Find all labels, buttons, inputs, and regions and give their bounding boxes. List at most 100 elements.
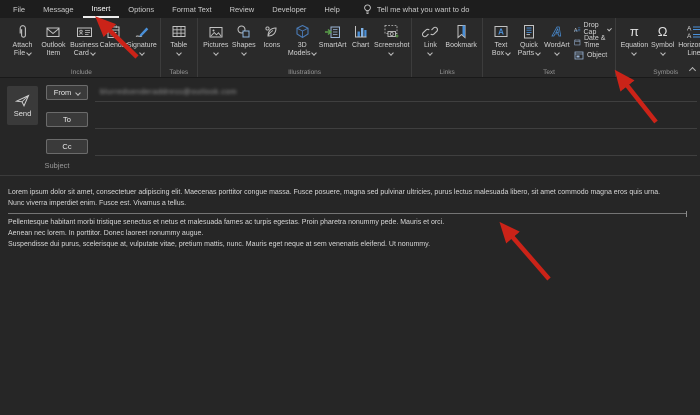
screenshot-button[interactable]: Screenshot — [375, 21, 408, 57]
to-button[interactable]: To — [46, 112, 88, 127]
table-icon — [171, 24, 187, 39]
body-text-line: Pellentesque habitant morbi tristique se… — [8, 217, 695, 228]
signature-button[interactable]: Signature — [128, 21, 156, 57]
group-label-tables: Tables — [161, 69, 197, 76]
svg-text:A: A — [687, 33, 692, 39]
dropdown-caret-icon — [312, 50, 318, 56]
group-label-include: Include — [3, 69, 160, 76]
screenshot-camera-icon — [383, 24, 400, 39]
drop-cap-button[interactable]: A Drop Cap — [574, 24, 611, 34]
icons-icon — [264, 24, 279, 39]
table-button[interactable]: Table — [165, 21, 193, 57]
from-field-underline[interactable] — [95, 101, 697, 102]
pictures-button[interactable]: Pictures — [202, 21, 230, 57]
omega-icon: Ω — [658, 25, 668, 38]
attach-file-button[interactable]: Attach File — [7, 21, 38, 58]
shapes-button[interactable]: Shapes — [230, 21, 258, 57]
ribbon-group-include: Attach File Outlook Item Business Card — [3, 18, 161, 77]
business-card-button[interactable]: Business Card — [69, 21, 100, 58]
from-address-redacted: blurredsenderaddress@outlook.com — [100, 87, 237, 96]
send-plane-icon — [15, 94, 30, 107]
cc-button[interactable]: Cc — [46, 139, 88, 154]
dropdown-caret-icon — [388, 50, 394, 56]
tab-options[interactable]: Options — [119, 0, 163, 18]
horizontal-line-icon: A A — [686, 24, 700, 39]
dropdown-caret-icon — [241, 50, 247, 56]
chevron-down-icon — [75, 90, 81, 96]
pictures-icon — [208, 25, 224, 39]
symbol-button[interactable]: Ω Symbol — [649, 21, 677, 57]
dropdown-caret-icon — [607, 27, 612, 32]
group-label-symbols: Symbols — [616, 69, 700, 76]
dropdown-caret-icon — [139, 50, 145, 56]
icons-button[interactable]: Icons — [258, 21, 286, 51]
date-time-icon — [574, 38, 581, 47]
header-body-divider — [0, 175, 700, 176]
dropdown-caret-icon — [26, 50, 32, 56]
pi-icon: π — [630, 25, 639, 38]
chart-icon — [353, 24, 368, 39]
dropdown-caret-icon — [176, 50, 182, 56]
from-button[interactable]: From — [46, 85, 88, 100]
object-button[interactable]: Object — [574, 50, 611, 60]
ribbon-group-symbols: π Equation Ω Symbol A A Horizontal Line … — [616, 18, 700, 77]
dropdown-caret-icon — [505, 50, 511, 56]
group-label-links: Links — [412, 69, 482, 76]
group-label-illustrations: Illustrations — [198, 69, 412, 76]
drop-cap-icon: A — [574, 25, 581, 34]
dropdown-caret-icon — [660, 50, 666, 56]
inserted-horizontal-line[interactable] — [8, 213, 687, 214]
date-time-button[interactable]: Date & Time — [574, 37, 611, 47]
calendar-button[interactable]: Calendar — [100, 21, 128, 51]
cube-3d-icon — [295, 24, 310, 40]
tell-me-box[interactable]: Tell me what you want to do — [363, 0, 470, 18]
chart-button[interactable]: Chart — [347, 21, 375, 51]
svg-text:A: A — [687, 26, 692, 33]
body-text-line: Suspendisse dui purus, scelerisque at, v… — [8, 239, 695, 250]
tab-message[interactable]: Message — [34, 0, 82, 18]
bookmark-button[interactable]: Bookmark — [444, 21, 478, 51]
link-button[interactable]: Link — [416, 21, 444, 57]
ribbon-group-text: A Text Box Quick Parts A WordArt — [483, 18, 616, 77]
send-button[interactable]: Send — [7, 86, 38, 125]
dropdown-caret-icon — [554, 50, 560, 56]
body-text-line: Lorem ipsum dolor sit amet, consectetuer… — [8, 187, 695, 198]
outlook-compose-window: File Message Insert Options Format Text … — [0, 0, 700, 415]
smartart-button[interactable]: SmartArt — [319, 21, 347, 51]
equation-button[interactable]: π Equation — [620, 21, 649, 57]
tab-help[interactable]: Help — [315, 0, 348, 18]
dropdown-caret-icon — [428, 50, 434, 56]
ribbon-tab-bar: File Message Insert Options Format Text … — [0, 0, 700, 18]
dropdown-caret-icon — [213, 50, 219, 56]
quick-parts-button[interactable]: Quick Parts — [515, 21, 543, 58]
dropdown-caret-icon — [535, 50, 541, 56]
arrow-to-horizontal-line-button — [618, 74, 656, 122]
ribbon-group-tables: Table Tables — [161, 18, 198, 77]
tab-insert[interactable]: Insert — [83, 0, 120, 18]
tab-file[interactable]: File — [4, 0, 34, 18]
horizontal-line-button[interactable]: A A Horizontal Line — [677, 21, 700, 58]
message-body[interactable]: Lorem ipsum dolor sit amet, consectetuer… — [8, 187, 695, 250]
smartart-icon — [324, 25, 341, 39]
ribbon: Attach File Outlook Item Business Card — [0, 18, 700, 78]
paperclip-icon — [15, 24, 30, 40]
outlook-item-button[interactable]: Outlook Item — [38, 21, 69, 58]
signature-pen-icon — [134, 24, 150, 39]
tab-developer[interactable]: Developer — [263, 0, 315, 18]
subject-label: Subject — [30, 161, 84, 170]
ribbon-group-illustrations: Pictures Shapes Icons — [198, 18, 413, 77]
envelope-icon — [45, 25, 61, 39]
bookmark-icon — [454, 24, 468, 40]
quick-parts-icon — [522, 24, 536, 40]
text-box-button[interactable]: A Text Box — [487, 21, 515, 58]
tab-format-text[interactable]: Format Text — [163, 0, 220, 18]
to-field[interactable] — [95, 128, 697, 129]
cc-field[interactable] — [95, 155, 697, 156]
object-icon — [574, 51, 584, 60]
body-text-line: Aenean nec lorem. In porttitor. Donec la… — [8, 228, 695, 239]
3d-models-button[interactable]: 3D Models — [286, 21, 319, 58]
tab-review[interactable]: Review — [221, 0, 264, 18]
wordart-button[interactable]: A WordArt — [543, 21, 571, 57]
lightbulb-icon — [363, 4, 372, 15]
text-box-icon: A — [493, 24, 509, 39]
